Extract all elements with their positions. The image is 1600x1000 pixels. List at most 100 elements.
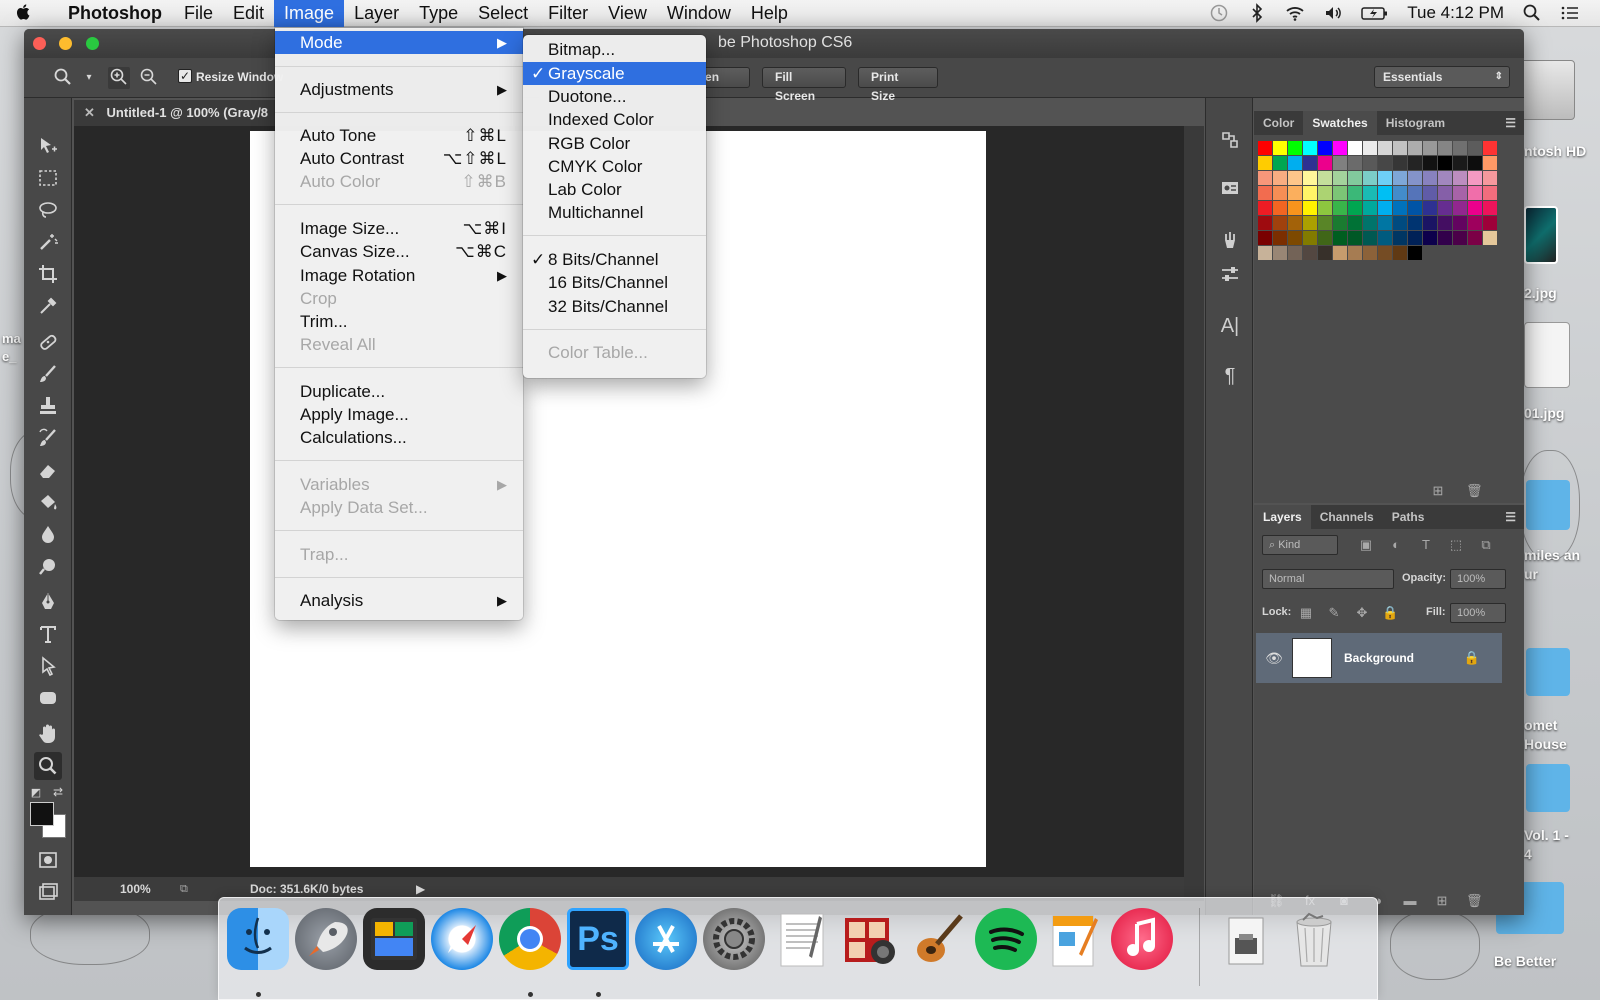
swatch[interactable] (1378, 171, 1392, 185)
export-icon[interactable]: ⧉ (180, 877, 188, 901)
swatch[interactable] (1318, 216, 1332, 230)
layer-row-background[interactable]: 👁 Background 🔒 (1256, 633, 1502, 683)
swatch[interactable] (1483, 156, 1497, 170)
swatch[interactable] (1453, 156, 1467, 170)
swatch[interactable] (1423, 201, 1437, 215)
properties-panel-icon[interactable] (1216, 174, 1244, 202)
zoom-tool-icon[interactable] (34, 752, 62, 780)
swatch[interactable] (1348, 156, 1362, 170)
swatch[interactable] (1453, 231, 1467, 245)
tab-histogram[interactable]: Histogram (1377, 111, 1454, 135)
swatch[interactable] (1303, 231, 1317, 245)
type-tool-icon[interactable] (34, 620, 62, 648)
swatch[interactable] (1468, 201, 1482, 215)
tab-layers[interactable]: Layers (1254, 505, 1311, 529)
eyedropper-tool-icon[interactable] (34, 292, 62, 320)
swatch[interactable] (1408, 186, 1422, 200)
swatch[interactable] (1378, 141, 1392, 155)
swatch[interactable] (1348, 141, 1362, 155)
launchpad-icon[interactable] (295, 908, 357, 970)
swatch[interactable] (1378, 246, 1392, 260)
fill-screen-button[interactable]: Fill Screen (762, 67, 846, 103)
filter-pixel-icon[interactable]: ▣ (1358, 537, 1374, 553)
spotlight-search-icon[interactable] (1522, 3, 1542, 23)
eye-icon[interactable]: 👁 (1256, 650, 1292, 667)
system-preferences-icon[interactable] (703, 908, 765, 970)
menu-select[interactable]: Select (468, 0, 538, 27)
rectangle-tool-icon[interactable] (34, 684, 62, 712)
itunes-icon[interactable] (1111, 908, 1173, 970)
swatch[interactable] (1303, 246, 1317, 260)
adjustments-panel-icon[interactable] (1216, 260, 1244, 288)
swatch[interactable] (1303, 216, 1317, 230)
swatch[interactable] (1273, 141, 1287, 155)
paint-bucket-tool-icon[interactable] (34, 488, 62, 516)
swatch[interactable] (1348, 231, 1362, 245)
folder-icon[interactable] (1526, 648, 1570, 696)
menu-item-calculations[interactable]: Calculations... (275, 426, 523, 449)
time-machine-icon[interactable] (1209, 3, 1229, 23)
trash-icon[interactable] (1283, 908, 1345, 970)
mode-item-duotone[interactable]: Duotone... (523, 85, 706, 108)
swatch[interactable] (1318, 141, 1332, 155)
swatch[interactable] (1423, 216, 1437, 230)
lock-position-icon[interactable]: ✥ (1354, 605, 1370, 621)
swatch[interactable] (1363, 246, 1377, 260)
eraser-tool-icon[interactable] (34, 456, 62, 484)
crop-tool-icon[interactable] (34, 260, 62, 288)
path-selection-tool-icon[interactable] (34, 652, 62, 680)
swatch[interactable] (1438, 186, 1452, 200)
mode-item-rgb-color[interactable]: RGB Color (523, 132, 706, 155)
swatch[interactable] (1273, 186, 1287, 200)
brush-tool-icon[interactable] (34, 360, 62, 388)
blur-tool-icon[interactable] (34, 520, 62, 548)
swatch[interactable] (1333, 156, 1347, 170)
menu-view[interactable]: View (598, 0, 657, 27)
swatch[interactable] (1258, 201, 1272, 215)
swatch[interactable] (1393, 231, 1407, 245)
swatch[interactable] (1273, 156, 1287, 170)
swatch[interactable] (1453, 171, 1467, 185)
wifi-icon[interactable] (1285, 3, 1305, 23)
filter-shape-icon[interactable]: ⬚ (1448, 537, 1464, 553)
swatch[interactable] (1393, 171, 1407, 185)
lock-image-icon[interactable]: ✎ (1326, 605, 1342, 621)
swatch[interactable] (1378, 156, 1392, 170)
safari-icon[interactable] (431, 908, 493, 970)
swatch[interactable] (1288, 171, 1302, 185)
lock-all-icon[interactable]: 🔒 (1382, 605, 1398, 621)
blend-mode-select[interactable]: Normal (1262, 569, 1394, 589)
swatch[interactable] (1333, 246, 1347, 260)
swatch[interactable] (1393, 201, 1407, 215)
menu-image[interactable]: Image (274, 0, 345, 27)
swatch[interactable] (1408, 246, 1422, 260)
swatch[interactable] (1348, 216, 1362, 230)
swatch[interactable] (1318, 201, 1332, 215)
menu-item-analysis[interactable]: Analysis ▶ (275, 589, 523, 612)
window-titlebar[interactable]: be Photoshop CS6 (24, 29, 1524, 58)
tab-paths[interactable]: Paths (1383, 505, 1434, 529)
menu-window[interactable]: Window (657, 0, 741, 27)
clock[interactable]: Tue 4:12 PM (1407, 3, 1504, 23)
paragraph-panel-icon[interactable]: ¶ (1216, 362, 1244, 390)
notification-center-icon[interactable] (1560, 3, 1580, 23)
swatch[interactable] (1333, 201, 1347, 215)
menu-layer[interactable]: Layer (344, 0, 409, 27)
layer-filter-select[interactable]: ⌕ Kind (1262, 535, 1338, 555)
swatch[interactable] (1363, 171, 1377, 185)
photoshop-icon[interactable]: Ps (567, 908, 629, 970)
swatch[interactable] (1468, 231, 1482, 245)
swatch[interactable] (1468, 171, 1482, 185)
swatch[interactable] (1408, 201, 1422, 215)
tab-swatches[interactable]: Swatches (1303, 111, 1377, 135)
swatch[interactable] (1303, 141, 1317, 155)
battery-icon[interactable] (1361, 3, 1389, 23)
swatch[interactable] (1258, 231, 1272, 245)
minimize-window-button[interactable] (59, 37, 72, 50)
lasso-tool-icon[interactable] (34, 196, 62, 224)
swatch[interactable] (1363, 201, 1377, 215)
swatch[interactable] (1288, 141, 1302, 155)
swatch[interactable] (1408, 171, 1422, 185)
swatch[interactable] (1318, 231, 1332, 245)
desktop-label-jpg-2[interactable]: 01.jpg (1524, 404, 1564, 423)
